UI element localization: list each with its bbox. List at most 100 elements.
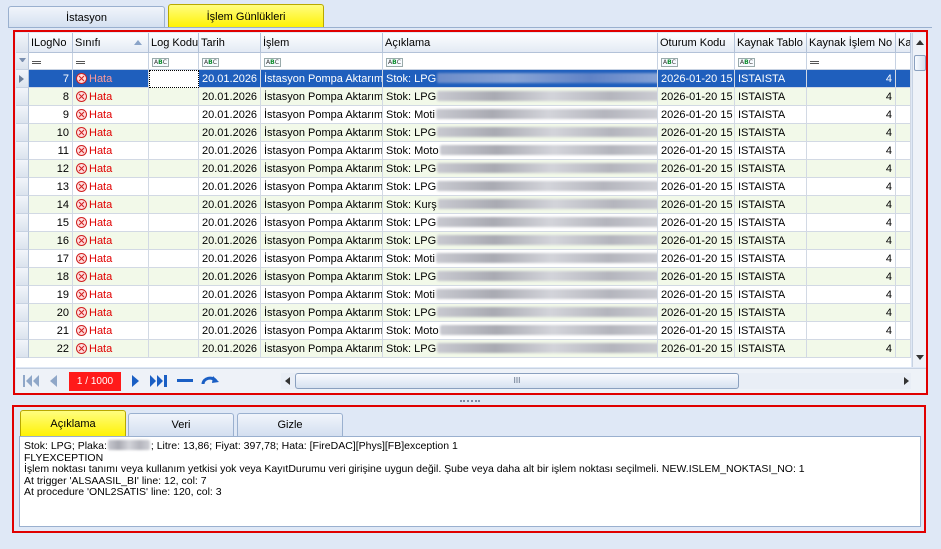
table-cell[interactable]: İstasyon Pompa Aktarımı (261, 250, 383, 268)
log-grid[interactable]: ILogNo Sınıfı Log Kodu Tarih İşlem Açıklama Ot… (16, 33, 911, 367)
table-cell[interactable]: 2026-01-20 15 (658, 196, 735, 214)
table-cell[interactable] (149, 196, 199, 214)
table-cell[interactable] (896, 124, 911, 142)
column-header[interactable]: Oturum Kodu (658, 33, 735, 53)
table-cell[interactable] (896, 70, 911, 88)
table-cell[interactable]: İstasyon Pompa Aktarımı (261, 196, 383, 214)
table-cell[interactable] (896, 304, 911, 322)
table-cell[interactable]: Hata (73, 196, 149, 214)
table-cell[interactable]: Hata (73, 286, 149, 304)
table-cell[interactable]: ISTAISTA (735, 178, 807, 196)
table-cell[interactable] (896, 214, 911, 232)
table-cell[interactable]: Stok: LPG (383, 340, 658, 358)
table-cell[interactable]: 2026-01-20 15 (658, 160, 735, 178)
table-cell[interactable]: Stok: Moti (383, 286, 658, 304)
delete-record-icon[interactable] (176, 374, 194, 388)
filter-cell[interactable]: ABC (383, 53, 658, 70)
table-cell[interactable]: 4 (807, 178, 896, 196)
table-cell[interactable]: ISTAISTA (735, 124, 807, 142)
table-cell[interactable]: Hata (73, 214, 149, 232)
column-header[interactable]: Kaynak İşlem No (807, 33, 896, 53)
table-cell[interactable]: ISTAISTA (735, 232, 807, 250)
table-cell[interactable]: 2026-01-20 15 (658, 268, 735, 286)
table-cell[interactable]: 7 (29, 70, 73, 88)
table-row[interactable]: 15 Hata 20.01.2026 İstasyon Pompa Aktarımı S… (16, 214, 911, 232)
table-cell[interactable]: 20.01.2026 (199, 178, 261, 196)
table-row[interactable]: 13 Hata 20.01.2026 İstasyon Pompa Aktarımı S… (16, 178, 911, 196)
table-cell[interactable]: ISTAISTA (735, 268, 807, 286)
filter-cell[interactable] (807, 53, 896, 70)
table-cell[interactable]: İstasyon Pompa Aktarımı (261, 88, 383, 106)
table-cell[interactable]: ISTAISTA (735, 142, 807, 160)
table-cell[interactable]: 20.01.2026 (199, 286, 261, 304)
table-cell[interactable] (896, 160, 911, 178)
table-cell[interactable]: Stok: LPG (383, 124, 658, 142)
table-cell[interactable] (149, 160, 199, 178)
table-cell[interactable]: 20.01.2026 (199, 250, 261, 268)
table-cell[interactable]: 4 (807, 124, 896, 142)
table-cell[interactable]: 15 (29, 214, 73, 232)
column-header[interactable]: Ka (896, 33, 911, 53)
table-cell[interactable]: Hata (73, 232, 149, 250)
table-cell[interactable]: Stok: Moto (383, 142, 658, 160)
table-cell[interactable]: 20.01.2026 (199, 142, 261, 160)
table-cell[interactable] (896, 196, 911, 214)
table-cell[interactable] (149, 70, 199, 88)
table-cell[interactable]: 2026-01-20 15 (658, 340, 735, 358)
column-header[interactable]: İşlem (261, 33, 383, 53)
table-cell[interactable]: 20 (29, 304, 73, 322)
table-cell[interactable] (896, 268, 911, 286)
tab-aciklama[interactable]: Açıklama (20, 410, 126, 437)
table-cell[interactable]: ISTAISTA (735, 70, 807, 88)
table-cell[interactable]: Stok: LPG (383, 268, 658, 286)
table-cell[interactable]: İstasyon Pompa Aktarımı (261, 304, 383, 322)
table-cell[interactable] (896, 286, 911, 304)
table-cell[interactable]: 20.01.2026 (199, 340, 261, 358)
table-cell[interactable] (149, 304, 199, 322)
prev-page-icon[interactable] (48, 374, 58, 388)
table-cell[interactable]: 4 (807, 160, 896, 178)
table-cell[interactable]: Hata (73, 88, 149, 106)
scroll-down-icon[interactable] (916, 355, 924, 360)
table-cell[interactable]: 2026-01-20 15 (658, 286, 735, 304)
table-row[interactable]: 8 Hata 20.01.2026 İstasyon Pompa Aktarımı St… (16, 88, 911, 106)
table-cell[interactable] (149, 340, 199, 358)
column-header[interactable]: Tarih (199, 33, 261, 53)
table-cell[interactable]: 2026-01-20 15 (658, 322, 735, 340)
table-row[interactable]: 20 Hata 20.01.2026 İstasyon Pompa Aktarımı S… (16, 304, 911, 322)
table-cell[interactable]: ISTAISTA (735, 340, 807, 358)
column-header[interactable]: Log Kodu (149, 33, 199, 53)
table-cell[interactable]: ISTAISTA (735, 214, 807, 232)
table-cell[interactable]: ISTAISTA (735, 106, 807, 124)
table-cell[interactable]: Stok: LPG (383, 88, 658, 106)
table-cell[interactable]: Hata (73, 322, 149, 340)
table-cell[interactable]: Stok: LPG (383, 178, 658, 196)
table-cell[interactable] (896, 106, 911, 124)
table-cell[interactable]: 18 (29, 268, 73, 286)
table-cell[interactable]: İstasyon Pompa Aktarımı (261, 106, 383, 124)
scroll-right-icon[interactable] (904, 377, 909, 385)
horizontal-scroll-thumb[interactable]: III (295, 373, 739, 389)
table-cell[interactable]: İstasyon Pompa Aktarımı (261, 142, 383, 160)
table-cell[interactable] (149, 178, 199, 196)
table-cell[interactable]: 2026-01-20 15 (658, 124, 735, 142)
table-cell[interactable] (149, 268, 199, 286)
table-cell[interactable]: 4 (807, 106, 896, 124)
column-header[interactable]: Açıklama (383, 33, 658, 53)
table-cell[interactable]: Hata (73, 106, 149, 124)
table-cell[interactable]: 19 (29, 286, 73, 304)
column-header[interactable]: Sınıfı (73, 33, 149, 53)
table-cell[interactable]: İstasyon Pompa Aktarımı (261, 340, 383, 358)
table-cell[interactable]: İstasyon Pompa Aktarımı (261, 232, 383, 250)
table-cell[interactable]: İstasyon Pompa Aktarımı (261, 124, 383, 142)
table-cell[interactable] (149, 322, 199, 340)
horizontal-scrollbar[interactable]: III (281, 373, 911, 389)
table-cell[interactable]: Stok: LPG (383, 232, 658, 250)
table-cell[interactable] (896, 340, 911, 358)
table-cell[interactable] (149, 142, 199, 160)
table-cell[interactable] (149, 250, 199, 268)
table-row[interactable]: 10 Hata 20.01.2026 İstasyon Pompa Aktarımı S… (16, 124, 911, 142)
table-row[interactable]: 21 Hata 20.01.2026 İstasyon Pompa Aktarımı S… (16, 322, 911, 340)
table-row[interactable]: 9 Hata 20.01.2026 İstasyon Pompa Aktarımı St… (16, 106, 911, 124)
table-cell[interactable]: Hata (73, 340, 149, 358)
